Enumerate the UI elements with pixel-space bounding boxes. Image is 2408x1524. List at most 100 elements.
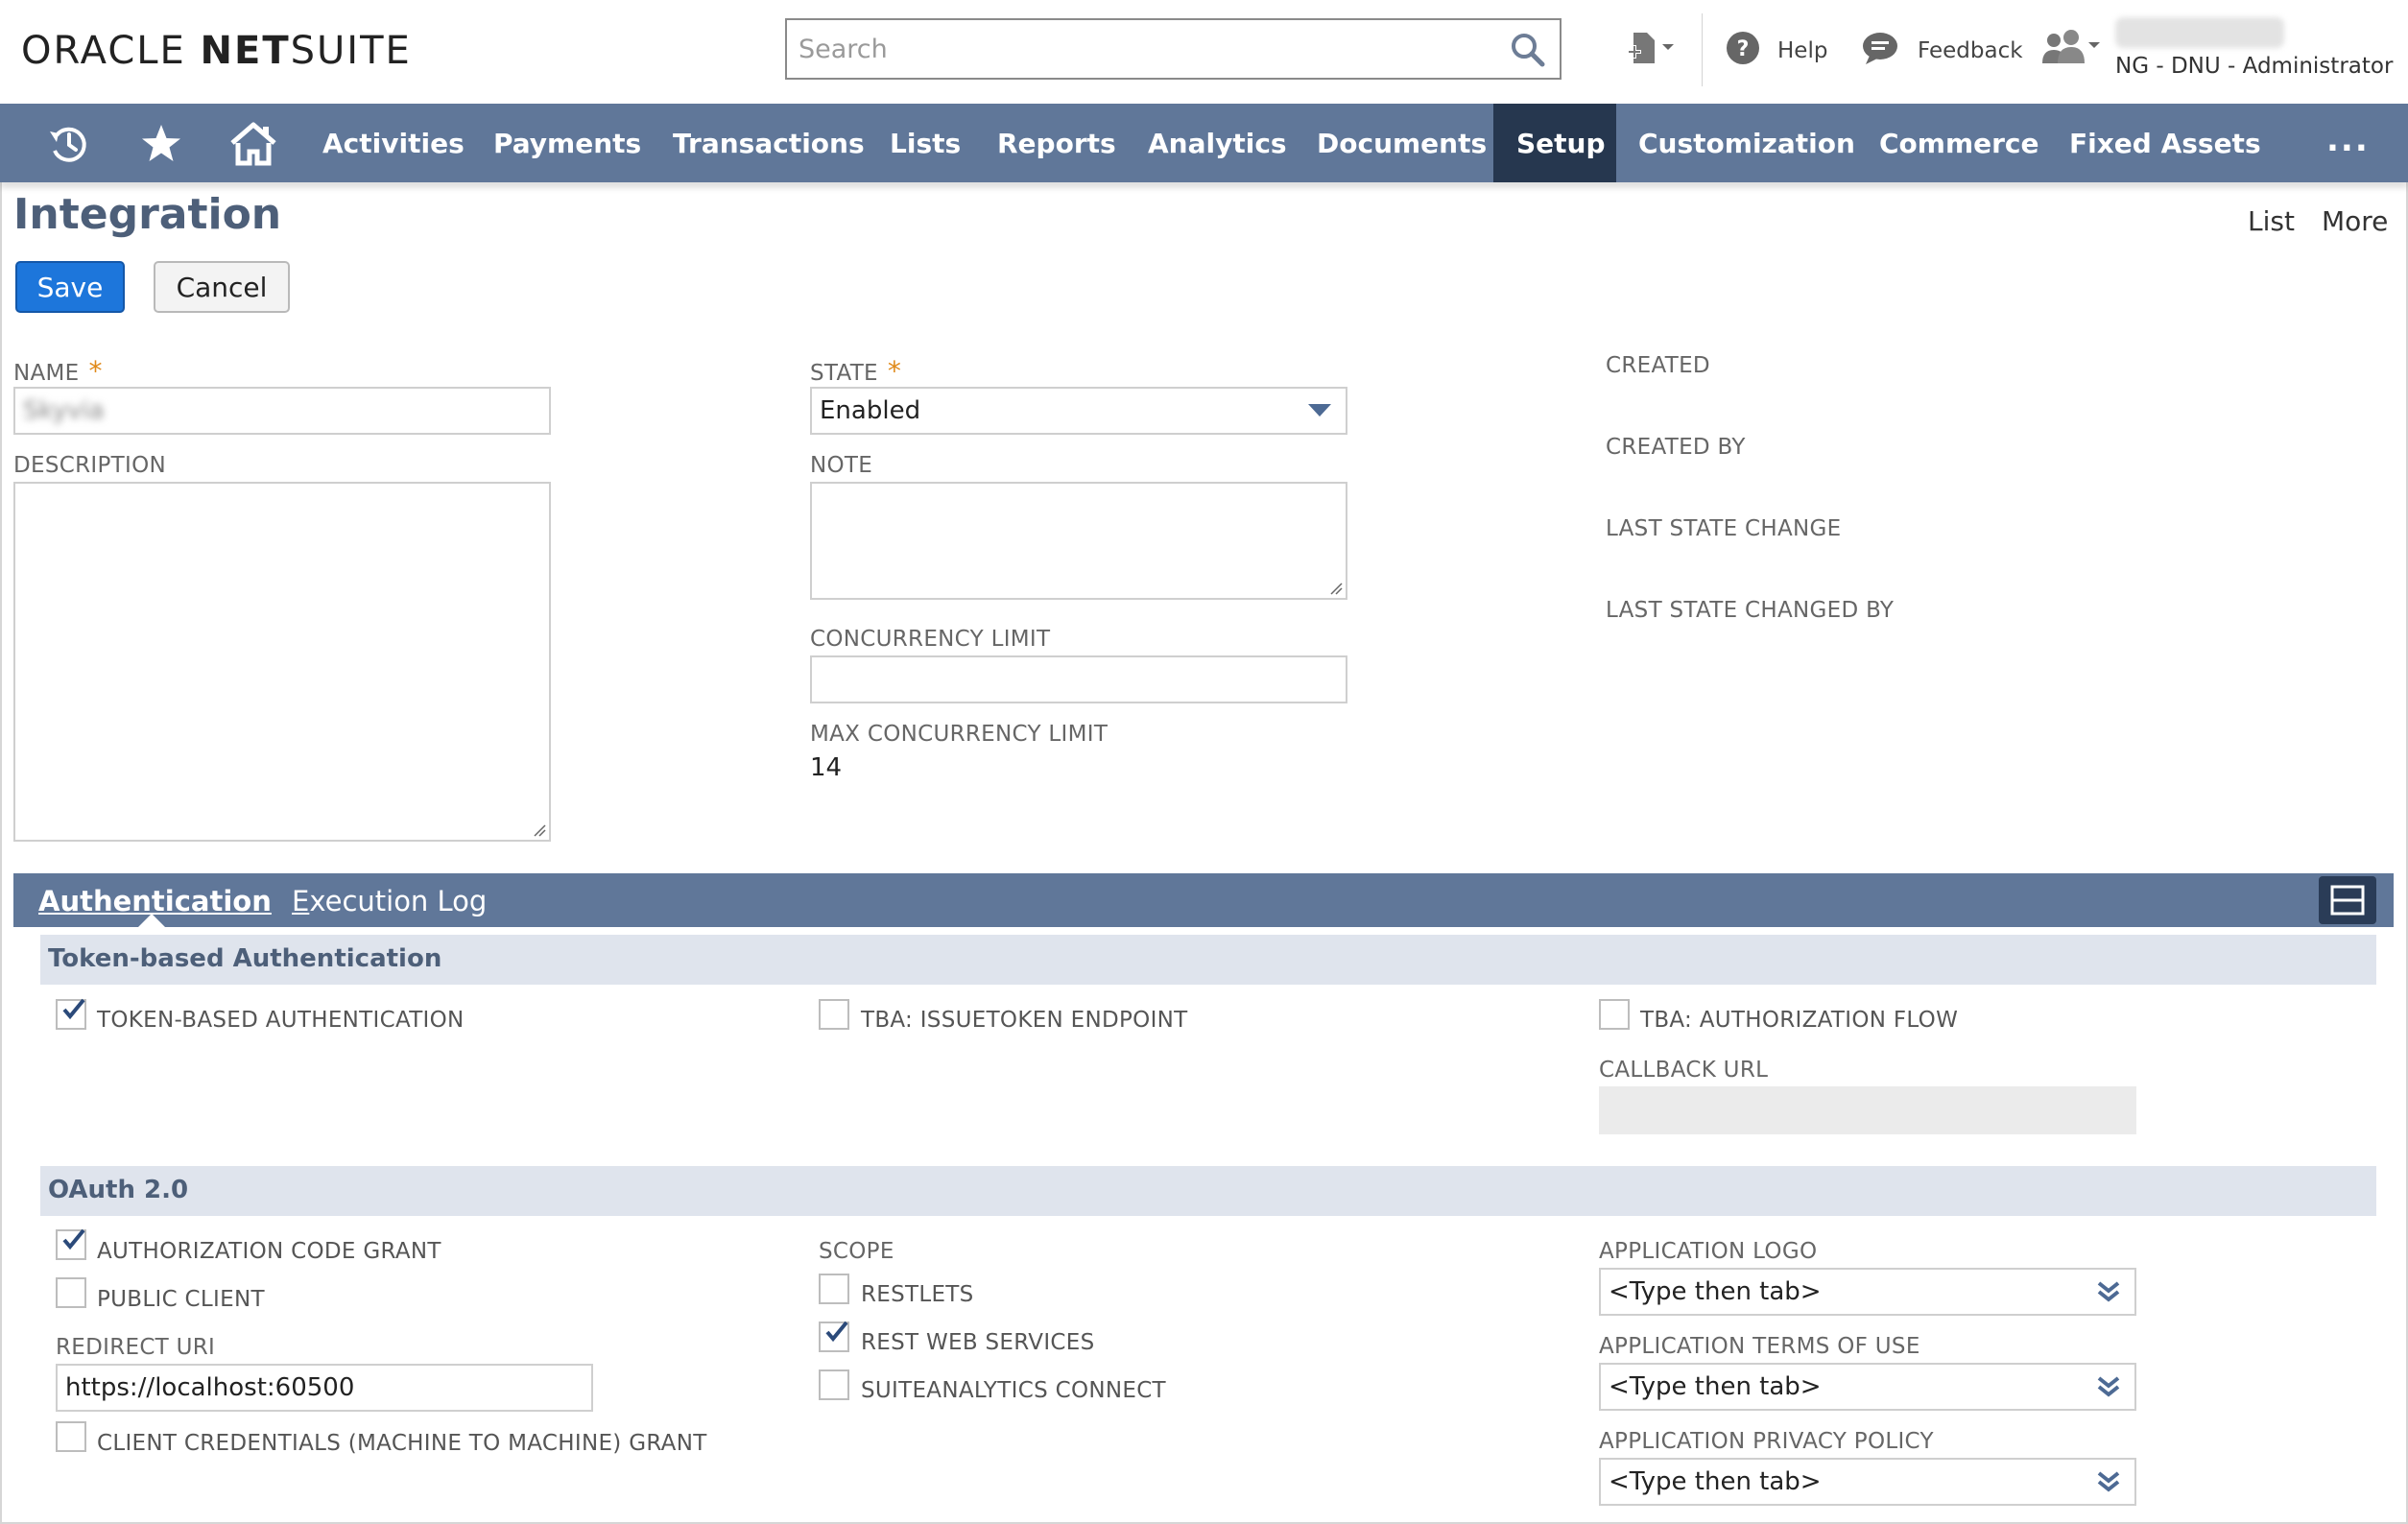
redirect-uri-label: REDIRECT URI: [56, 1335, 216, 1360]
global-search-input[interactable]: [797, 28, 1488, 70]
search-icon[interactable]: [1510, 32, 1546, 68]
double-chevron-down-icon[interactable]: [2096, 1279, 2121, 1304]
nav-setup[interactable]: Setup: [1493, 104, 1616, 182]
created-by-label: CREATED BY: [1606, 435, 1746, 460]
application-logo-select[interactable]: <Type then tab>: [1599, 1268, 2136, 1316]
dropdown-arrow-icon[interactable]: [1307, 402, 1332, 419]
callback-url-field: [1599, 1086, 2136, 1134]
page-title: Integration: [13, 190, 282, 239]
max-concurrency-limit-label: MAX CONCURRENCY LIMIT: [810, 722, 1109, 747]
create-new-icon: [1626, 29, 1676, 73]
callback-url-label: CALLBACK URL: [1599, 1058, 1769, 1083]
state-select[interactable]: Enabled: [810, 387, 1347, 435]
public-client-label: PUBLIC CLIENT: [97, 1287, 265, 1312]
application-logo-label: APPLICATION LOGO: [1599, 1239, 1818, 1264]
tba-issuetoken-endpoint-checkbox[interactable]: [819, 999, 849, 1030]
client-credentials-grant-checkbox[interactable]: [56, 1421, 86, 1452]
svg-text:?: ?: [1737, 37, 1750, 61]
more-link[interactable]: More: [2322, 205, 2388, 237]
name-field[interactable]: Skyvia: [13, 387, 551, 435]
concurrency-limit-label: CONCURRENCY LIMIT: [810, 627, 1051, 652]
rest-web-services-label: REST WEB SERVICES: [861, 1330, 1095, 1355]
checkmark-icon: [62, 998, 85, 1020]
restlets-checkbox[interactable]: [819, 1274, 849, 1304]
header-separator: [1702, 13, 1703, 86]
top-header: ORACLE NETSUITE ? Help Feedback NG - DNU…: [0, 0, 2408, 104]
max-concurrency-limit-value: 14: [810, 753, 843, 782]
cancel-button[interactable]: Cancel: [154, 261, 290, 313]
redirect-uri-value: https://localhost:60500: [65, 1373, 355, 1402]
last-state-change-label: LAST STATE CHANGE: [1606, 516, 1842, 541]
client-credentials-grant-label: CLIENT CREDENTIALS (MACHINE TO MACHINE) …: [97, 1431, 707, 1456]
state-label-text: STATE: [810, 361, 878, 386]
tba-section-title: Token-based Authentication: [48, 944, 442, 973]
nav-transactions[interactable]: Transactions: [650, 104, 888, 182]
tba-issuetoken-endpoint-label: TBA: ISSUETOKEN ENDPOINT: [861, 1008, 1188, 1033]
rest-web-services-checkbox[interactable]: [819, 1321, 849, 1352]
note-label: NOTE: [810, 453, 873, 478]
resize-handle-icon[interactable]: [1329, 582, 1343, 595]
application-terms-label: APPLICATION TERMS OF USE: [1599, 1334, 1920, 1359]
scope-label: SCOPE: [819, 1239, 894, 1264]
suiteanalytics-connect-checkbox[interactable]: [819, 1369, 849, 1400]
nav-documents[interactable]: Documents: [1294, 104, 1510, 182]
nav-lists[interactable]: Lists: [867, 104, 984, 182]
list-link[interactable]: List: [2248, 205, 2295, 237]
nav-activities[interactable]: Activities: [299, 104, 488, 182]
authorization-code-grant-label: AUTHORIZATION CODE GRANT: [97, 1239, 441, 1264]
main-navigation: Activities Payments Transactions Lists R…: [0, 104, 2408, 182]
help-icon: ?: [1726, 31, 1760, 71]
token-based-auth-label: TOKEN-BASED AUTHENTICATION: [97, 1008, 465, 1033]
nav-more-menu[interactable]: ...: [2326, 121, 2370, 159]
tab-execution-log-text: xecution Log: [309, 885, 488, 917]
suiteanalytics-connect-label: SUITEANALYTICS CONNECT: [861, 1378, 1166, 1403]
public-client-checkbox[interactable]: [56, 1277, 86, 1308]
resize-handle-icon[interactable]: [533, 823, 546, 837]
last-state-changed-by-label: LAST STATE CHANGED BY: [1606, 598, 1895, 623]
application-terms-select[interactable]: <Type then tab>: [1599, 1363, 2136, 1411]
nav-customization[interactable]: Customization: [1615, 104, 1878, 182]
role-menu-button[interactable]: [2040, 29, 2102, 73]
token-based-auth-checkbox[interactable]: [56, 998, 86, 1030]
application-privacy-value: <Type then tab>: [1609, 1467, 1822, 1496]
recent-records-icon[interactable]: [44, 119, 94, 169]
help-link[interactable]: ? Help: [1726, 29, 1827, 73]
nav-reports[interactable]: Reports: [974, 104, 1139, 182]
name-field-label: NAME *: [13, 355, 103, 387]
active-tab-caret: [138, 914, 165, 927]
double-chevron-down-icon[interactable]: [2096, 1469, 2121, 1494]
tba-authorization-flow-checkbox[interactable]: [1599, 999, 1630, 1030]
nav-commerce[interactable]: Commerce: [1856, 104, 2062, 182]
nav-analytics[interactable]: Analytics: [1125, 104, 1310, 182]
tab-execution-log-accesskey: E: [292, 885, 310, 917]
global-search-box[interactable]: [785, 18, 1562, 80]
redirect-uri-field[interactable]: https://localhost:60500: [56, 1364, 593, 1412]
created-label: CREATED: [1606, 353, 1710, 378]
feedback-link[interactable]: Feedback: [1862, 29, 2023, 73]
home-icon[interactable]: [228, 119, 278, 169]
required-marker: *: [88, 355, 103, 387]
create-new-menu[interactable]: [1626, 29, 1676, 73]
feedback-icon: [1862, 31, 1898, 71]
user-role-label[interactable]: NG - DNU - Administrator: [2115, 54, 2393, 79]
authorization-code-grant-checkbox[interactable]: [56, 1228, 86, 1260]
concurrency-limit-field[interactable]: [810, 655, 1347, 703]
description-textarea[interactable]: [13, 482, 551, 842]
nav-fixed-assets[interactable]: Fixed Assets: [2046, 104, 2284, 182]
state-select-value: Enabled: [820, 396, 921, 425]
tab-authentication[interactable]: Authentication: [38, 885, 272, 917]
logo-oracle-text: ORACLE: [21, 29, 186, 73]
tab-execution-log[interactable]: Execution Log: [292, 885, 487, 917]
collapse-tabs-toggle-icon[interactable]: [2319, 876, 2376, 924]
help-label: Help: [1777, 38, 1828, 63]
double-chevron-down-icon[interactable]: [2096, 1374, 2121, 1399]
note-textarea[interactable]: [810, 482, 1347, 600]
save-button[interactable]: Save: [15, 261, 125, 313]
application-privacy-select[interactable]: <Type then tab>: [1599, 1458, 2136, 1506]
favorites-star-icon[interactable]: [136, 119, 186, 169]
oracle-netsuite-logo[interactable]: ORACLE NETSUITE: [21, 29, 412, 73]
nav-payments[interactable]: Payments: [470, 104, 664, 182]
logo-net-text: NET: [200, 29, 291, 73]
description-label: DESCRIPTION: [13, 453, 166, 478]
oauth-section-title: OAuth 2.0: [48, 1176, 189, 1204]
